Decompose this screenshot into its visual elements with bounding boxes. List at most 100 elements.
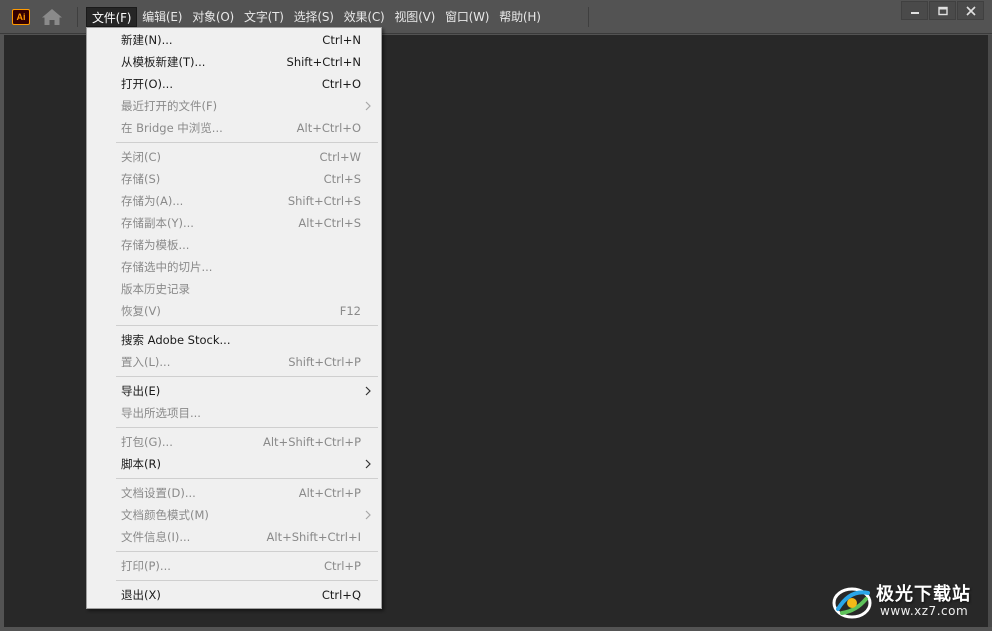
menu-separator [116, 580, 378, 581]
menu-file[interactable]: 文件(F) [86, 7, 138, 27]
menu-item-label: 文档设置(D)... [121, 486, 196, 500]
menu-object[interactable]: 对象(O) [187, 7, 239, 27]
menu-item-label: 文档颜色模式(M) [121, 508, 209, 522]
menu-item-shortcut: Ctrl+P [323, 559, 361, 573]
watermark-title: 极光下载站 [876, 584, 971, 605]
menu-item-label: 从模板新建(T)... [121, 55, 206, 69]
home-button[interactable] [41, 8, 63, 26]
menu-item-new-from-template[interactable]: 从模板新建(T)... Shift+Ctrl+N [87, 51, 381, 73]
menu-item-label: 打印(P)... [121, 559, 171, 573]
menu-help[interactable]: 帮助(H) [494, 7, 545, 27]
menu-item-export-selection[interactable]: 导出所选项目... [87, 402, 381, 424]
menu-item-label: 脚本(R) [121, 457, 161, 471]
menu-separator [116, 551, 378, 552]
menu-item-shortcut: Ctrl+S [323, 172, 361, 186]
menu-view[interactable]: 视图(V) [389, 7, 440, 27]
watermark-url: www.xz7.com [880, 604, 969, 618]
menu-item-shortcut: F12 [339, 304, 361, 318]
chevron-right-icon [365, 101, 371, 111]
menu-item-shortcut: Alt+Ctrl+P [298, 486, 361, 500]
menu-item-label: 新建(N)... [121, 33, 173, 47]
menu-item-browse-in-bridge[interactable]: 在 Bridge 中浏览... Alt+Ctrl+O [87, 117, 381, 139]
chevron-right-icon [365, 510, 371, 520]
menu-item-label: 恢复(V) [121, 304, 161, 318]
menu-item-file-info[interactable]: 文件信息(I)... Alt+Shift+Ctrl+I [87, 526, 381, 548]
menu-separator [116, 325, 378, 326]
menu-item-save-selected-slices[interactable]: 存储选中的切片... [87, 256, 381, 278]
menu-list: 文件(F) 编辑(E) 对象(O) 文字(T) 选择(S) 效果(C) 视图(V… [86, 7, 546, 27]
menu-item-label: 存储(S) [121, 172, 161, 186]
menu-item-label: 导出(E) [121, 384, 161, 398]
minimize-icon [911, 12, 919, 14]
menu-item-document-setup[interactable]: 文档设置(D)... Alt+Ctrl+P [87, 482, 381, 504]
menu-item-shortcut: Ctrl+Q [321, 588, 361, 602]
menu-item-label: 打包(G)... [121, 435, 173, 449]
menu-effect[interactable]: 效果(C) [339, 7, 390, 27]
close-button[interactable] [957, 1, 984, 20]
menu-item-shortcut: Alt+Ctrl+O [296, 121, 361, 135]
menu-item-print[interactable]: 打印(P)... Ctrl+P [87, 555, 381, 577]
close-icon [966, 6, 976, 16]
menubar-divider [77, 7, 78, 27]
window-controls [900, 1, 984, 20]
menu-item-shortcut: Ctrl+O [321, 77, 361, 91]
menu-item-label: 置入(L)... [121, 355, 171, 369]
menu-item-save-as-template[interactable]: 存储为模板... [87, 234, 381, 256]
menu-item-place[interactable]: 置入(L)... Shift+Ctrl+P [87, 351, 381, 373]
site-watermark: 极光下载站 www.xz7.com [830, 578, 986, 624]
menu-item-exit[interactable]: 退出(X) Ctrl+Q [87, 584, 381, 606]
menu-item-shortcut: Alt+Shift+Ctrl+I [266, 530, 361, 544]
menu-item-shortcut: Shift+Ctrl+P [288, 355, 361, 369]
menu-item-label: 存储为(A)... [121, 194, 184, 208]
menu-item-label: 关闭(C) [121, 150, 162, 164]
illustrator-logo-icon: Ai [12, 9, 30, 25]
menu-separator [116, 142, 378, 143]
menu-item-new[interactable]: 新建(N)... Ctrl+N [87, 29, 381, 51]
menu-item-label: 版本历史记录 [121, 282, 190, 296]
chevron-right-icon [365, 459, 371, 469]
maximize-button[interactable] [929, 1, 956, 20]
menu-item-shortcut: Shift+Ctrl+N [286, 55, 361, 69]
menu-item-label: 导出所选项目... [121, 406, 201, 420]
menu-item-version-history[interactable]: 版本历史记录 [87, 278, 381, 300]
menu-item-shortcut: Alt+Ctrl+S [298, 216, 361, 230]
menu-item-package[interactable]: 打包(G)... Alt+Shift+Ctrl+P [87, 431, 381, 453]
file-menu-dropdown: 新建(N)... Ctrl+N 从模板新建(T)... Shift+Ctrl+N… [86, 27, 382, 609]
menu-separator [116, 478, 378, 479]
menu-edit[interactable]: 编辑(E) [137, 7, 187, 27]
menu-item-save-as[interactable]: 存储为(A)... Shift+Ctrl+S [87, 190, 381, 212]
menu-item-label: 退出(X) [121, 588, 161, 602]
menu-item-label: 最近打开的文件(F) [121, 99, 218, 113]
menu-item-close[interactable]: 关闭(C) Ctrl+W [87, 146, 381, 168]
chevron-right-icon [365, 386, 371, 396]
menu-item-label: 存储副本(Y)... [121, 216, 194, 230]
menu-item-scripts[interactable]: 脚本(R) [87, 453, 381, 475]
menu-item-open[interactable]: 打开(O)... Ctrl+O [87, 73, 381, 95]
menu-item-shortcut: Ctrl+W [319, 150, 361, 164]
menu-item-label: 在 Bridge 中浏览... [121, 121, 223, 135]
menu-item-export[interactable]: 导出(E) [87, 380, 381, 402]
menu-item-search-adobe-stock[interactable]: 搜索 Adobe Stock... [87, 329, 381, 351]
menu-item-document-color-mode[interactable]: 文档颜色模式(M) [87, 504, 381, 526]
menu-item-open-recent[interactable]: 最近打开的文件(F) [87, 95, 381, 117]
menu-item-label: 存储选中的切片... [121, 260, 213, 274]
menu-item-label: 文件信息(I)... [121, 530, 191, 544]
menu-item-shortcut: Ctrl+N [322, 33, 361, 47]
menu-item-save-copy[interactable]: 存储副本(Y)... Alt+Ctrl+S [87, 212, 381, 234]
menu-item-label: 搜索 Adobe Stock... [121, 333, 231, 347]
menu-type[interactable]: 文字(T) [239, 7, 289, 27]
menu-item-label: 打开(O)... [121, 77, 173, 91]
panel-edge [988, 35, 992, 627]
minimize-button[interactable] [901, 1, 928, 20]
menu-separator [116, 376, 378, 377]
menu-item-revert[interactable]: 恢复(V) F12 [87, 300, 381, 322]
menu-item-shortcut: Shift+Ctrl+S [287, 194, 361, 208]
menu-window[interactable]: 窗口(W) [440, 7, 494, 27]
menu-select[interactable]: 选择(S) [289, 7, 339, 27]
aurora-logo-icon [832, 587, 872, 619]
menu-separator [116, 427, 378, 428]
menu-item-label: 存储为模板... [121, 238, 190, 252]
maximize-icon [938, 6, 948, 16]
menu-item-save[interactable]: 存储(S) Ctrl+S [87, 168, 381, 190]
menubar-divider [588, 7, 589, 27]
